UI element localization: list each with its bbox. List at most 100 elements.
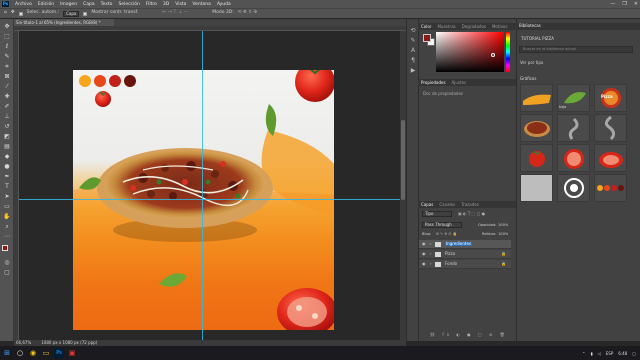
show-transform-checkbox[interactable]	[83, 11, 88, 16]
library-item-pizza-logo[interactable]: Pizza	[594, 84, 627, 112]
library-item-tomato[interactable]	[520, 144, 553, 172]
menu-seleccion[interactable]: Selección	[115, 2, 142, 7]
document-tab[interactable]: Sin título-1 al 65% (Ingredientes, RGB/8…	[14, 19, 114, 26]
file-explorer-icon[interactable]: ▭	[41, 348, 51, 358]
language-indicator[interactable]: ESP	[606, 351, 613, 356]
volume-icon[interactable]: ◁	[598, 351, 601, 356]
library-item-whatsapp[interactable]	[557, 174, 590, 202]
visibility-eye-icon[interactable]: ◉	[422, 242, 426, 246]
visibility-eye-icon[interactable]: ◉	[422, 262, 426, 266]
lock-icons[interactable]: ⊞ ✎ ✥ ⊡ 🔒	[436, 232, 457, 237]
more-tools-icon[interactable]: ⋯	[3, 233, 11, 241]
tab-patterns[interactable]: Motivos	[492, 24, 507, 29]
library-item-tomato-half[interactable]	[557, 144, 590, 172]
auto-select-checkbox[interactable]	[18, 11, 23, 16]
tray-arrow-icon[interactable]: ⌃	[582, 351, 585, 356]
hue-slider[interactable]	[506, 32, 510, 72]
color-foreground-swatch[interactable]	[423, 34, 431, 42]
dodge-tool-icon[interactable]: ●	[3, 163, 11, 171]
gradient-tool-icon[interactable]: ▤	[3, 143, 11, 151]
menu-filtro[interactable]: Filtro	[143, 2, 160, 7]
crop-tool-icon[interactable]: ⌗	[3, 63, 11, 71]
scrollbar-thumb[interactable]	[401, 120, 405, 200]
search-icon[interactable]: ○	[15, 348, 25, 358]
frame-tool-icon[interactable]: ⊠	[3, 73, 11, 81]
library-item-smoke[interactable]	[557, 114, 590, 142]
move-tool-icon[interactable]: ✥	[3, 23, 11, 31]
library-name[interactable]: TUTORIAL PIZZA	[521, 37, 554, 41]
minimize-button[interactable]: —	[610, 1, 615, 7]
3d-tools-icons[interactable]: ⟲ ✥ ⇕ ✠	[238, 11, 257, 16]
foreground-color-swatch[interactable]	[2, 245, 8, 251]
document-artboard[interactable]	[73, 70, 334, 330]
type-tool-icon[interactable]: T	[3, 183, 11, 191]
pen-tool-icon[interactable]: ✒	[3, 173, 11, 181]
stamp-tool-icon[interactable]: ⊥	[3, 113, 11, 121]
library-item-leaf[interactable]: hoja	[557, 84, 590, 112]
layer-filter-icons[interactable]: ▣ ◐ T ⬚ ▢ ●	[458, 212, 485, 216]
opacity-value[interactable]: 100%	[498, 223, 508, 228]
fill-value[interactable]: 100%	[498, 232, 508, 237]
library-item-paint-stroke[interactable]	[520, 84, 553, 112]
tab-swatches[interactable]: Muestras	[437, 24, 455, 29]
visibility-eye-icon[interactable]: ◉	[422, 252, 426, 256]
layer-name[interactable]: Pizza	[445, 252, 455, 256]
auto-select-mode-dropdown[interactable]: Capa	[63, 10, 80, 17]
network-icon[interactable]: ▮	[590, 351, 592, 356]
layer-bottom-icons[interactable]: ⛓ fx ◐ ● ▢ ⊕ 🗑	[430, 333, 508, 337]
zoom-readout[interactable]: 66,67%	[16, 341, 31, 345]
blur-tool-icon[interactable]: ◆	[3, 153, 11, 161]
brush-tool-icon[interactable]: ✐	[3, 103, 11, 111]
layer-filter-dropdown[interactable]: Tipo	[422, 211, 452, 217]
menu-ventana[interactable]: Ventana	[189, 2, 213, 7]
photoshop-taskbar-icon[interactable]: Ps	[54, 348, 64, 358]
close-button[interactable]: ✕	[634, 1, 638, 7]
group-arrow-icon[interactable]: ›	[430, 262, 432, 266]
menu-edicion[interactable]: Edición	[35, 2, 57, 7]
library-item-tomato-slice[interactable]	[594, 144, 627, 172]
shape-tool-icon[interactable]: ▭	[3, 203, 11, 211]
tab-paths[interactable]: Trazados	[461, 202, 479, 207]
quick-mask-icon[interactable]: ◎	[3, 259, 11, 267]
character-panel-icon[interactable]: A	[409, 47, 417, 55]
media-icon[interactable]: ▣	[67, 348, 77, 358]
library-item-color-dots[interactable]	[594, 174, 627, 202]
paragraph-panel-icon[interactable]: ¶	[409, 57, 417, 65]
blend-mode-dropdown[interactable]: Pass Through	[422, 222, 462, 228]
layer-row-pizza[interactable]: ◉ › Pizza 🔒	[419, 250, 511, 259]
tab-libraries[interactable]: Bibliotecas	[519, 24, 541, 28]
healing-brush-icon[interactable]: ✚	[3, 93, 11, 101]
menu-ayuda[interactable]: Ayuda	[214, 2, 234, 7]
layer-name[interactable]: Fondo	[445, 262, 457, 266]
tab-gradients[interactable]: Degradados	[462, 24, 486, 29]
windows-start-icon[interactable]: ⊞	[2, 348, 12, 358]
hand-tool-icon[interactable]: ✋	[3, 213, 11, 221]
actions-panel-icon[interactable]: ▶	[409, 67, 417, 75]
vertical-guide[interactable]	[202, 31, 203, 340]
restore-button[interactable]: ❐	[622, 1, 626, 7]
library-item-pizza[interactable]	[520, 114, 553, 142]
color-picker-cursor[interactable]	[491, 53, 495, 57]
brush-settings-icon[interactable]: ✎	[409, 37, 417, 45]
lasso-tool-icon[interactable]: ℓ	[3, 43, 11, 51]
menu-capa[interactable]: Capa	[80, 2, 98, 7]
library-search-input[interactable]: Buscar en la biblioteca actual	[519, 46, 633, 53]
layer-row-fondo[interactable]: ◉ › Fondo 🔒	[419, 260, 511, 269]
library-item-texture[interactable]	[520, 174, 553, 202]
history-brush-icon[interactable]: ↺	[3, 123, 11, 131]
layer-row-ingredientes[interactable]: ◉ › Ingredientes	[419, 240, 511, 249]
eyedropper-tool-icon[interactable]: ⁄	[3, 83, 11, 91]
tab-adjustments[interactable]: Ajustes	[452, 80, 467, 85]
horizontal-ruler[interactable]	[14, 26, 406, 31]
tab-properties[interactable]: Propiedades	[421, 80, 446, 85]
horizontal-guide[interactable]	[19, 199, 400, 200]
tab-color[interactable]: Color	[421, 24, 431, 29]
screen-mode-icon[interactable]: ▢	[3, 269, 11, 277]
tab-layers[interactable]: Capas	[421, 202, 433, 207]
view-by-dropdown[interactable]: Ver por tipo	[520, 61, 543, 65]
home-icon[interactable]: ⌂	[4, 11, 7, 16]
vertical-ruler[interactable]	[14, 31, 19, 340]
layer-name[interactable]: Ingredientes	[445, 242, 473, 246]
align-icons[interactable]: ⊢ ⊣ ⊤ ⊥ ⋯	[162, 11, 188, 16]
group-arrow-icon[interactable]: ›	[430, 252, 432, 256]
